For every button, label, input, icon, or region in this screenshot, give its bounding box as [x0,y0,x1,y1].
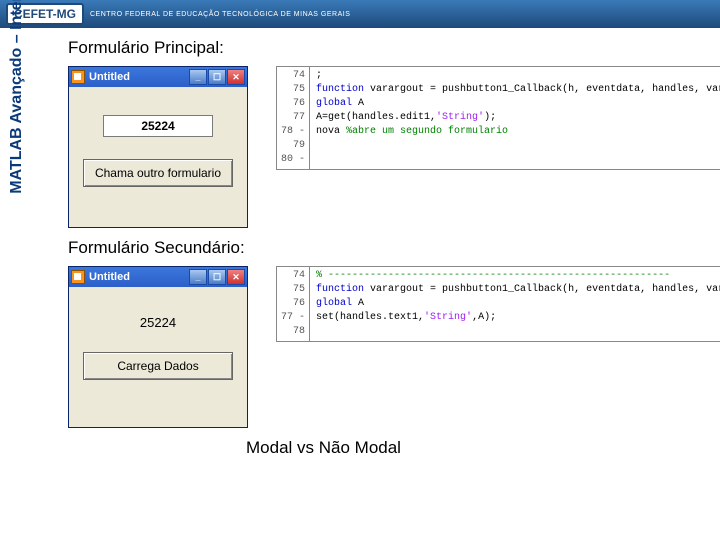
institution-header: CEFET-MG CENTRO FEDERAL DE EDUCAÇÃO TECN… [0,0,720,28]
window-title: Untitled [89,271,130,283]
secundario-window: Untitled _ ☐ ✕ 25224 Carrega Dados [68,266,248,428]
edit-input[interactable]: 25224 [103,115,213,137]
code-body: ; function varargout = pushbutton1_Callb… [310,67,720,169]
titlebar: Untitled _ ☐ ✕ [69,67,247,87]
close-button[interactable]: ✕ [227,69,245,85]
institution-subtitle: CENTRO FEDERAL DE EDUCAÇÃO TECNOLÓGICA D… [90,11,350,18]
principal-window: Untitled _ ☐ ✕ 25224 Chama outro formula… [68,66,248,228]
static-text-display: 25224 [83,315,233,330]
code-editor-1: 74 75 76 77 78 - 79 80 - ; function vara… [276,66,720,170]
section1-title: Formulário Principal: [68,38,720,58]
matlab-figure-icon [71,70,85,84]
window-title: Untitled [89,71,130,83]
close-button[interactable]: ✕ [227,269,245,285]
maximize-button[interactable]: ☐ [208,269,226,285]
matlab-figure-icon [71,270,85,284]
titlebar: Untitled _ ☐ ✕ [69,267,247,287]
maximize-button[interactable]: ☐ [208,69,226,85]
line-gutter: 74 75 76 77 78 - 79 80 - [277,67,310,169]
minimize-button[interactable]: _ [189,269,207,285]
code-body: % --------------------------------------… [310,267,720,341]
load-data-button[interactable]: Carrega Dados [83,352,233,380]
call-form-button[interactable]: Chama outro formulario [83,159,233,187]
line-gutter: 74 75 76 77 - 78 [277,267,310,341]
code-editor-2: 74 75 76 77 - 78 % ---------------------… [276,266,720,342]
section2-title: Formulário Secundário: [68,238,720,258]
minimize-button[interactable]: _ [189,69,207,85]
vertical-course-title: MATLAB Avançado – Interface gráfica [8,0,26,280]
footer-topic: Modal vs Não Modal [246,438,720,458]
